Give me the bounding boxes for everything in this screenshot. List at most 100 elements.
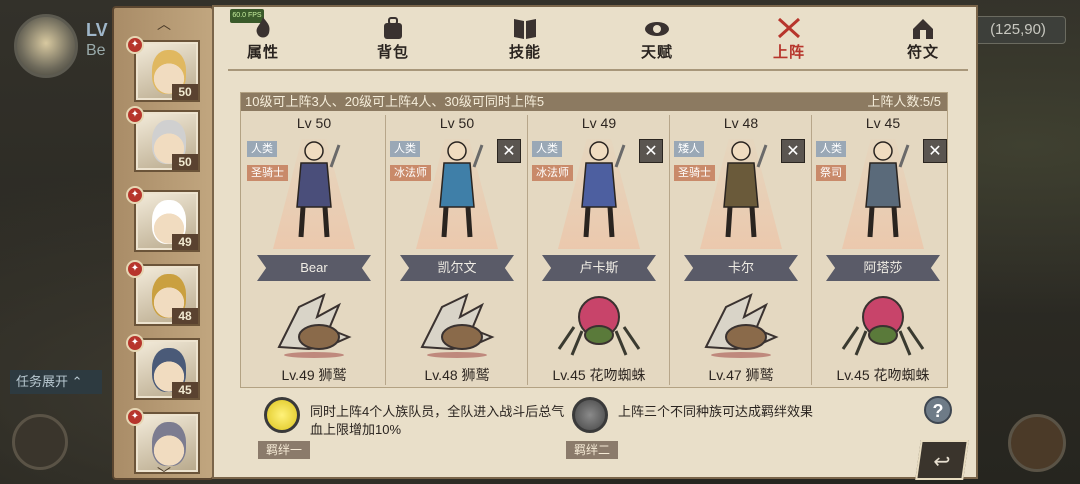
map-coordinates: (125,90) xyxy=(970,16,1066,44)
hero-portrait-card[interactable]: ✦ 50 xyxy=(126,106,200,172)
hero-level-badge: 45 xyxy=(172,382,198,398)
griffin-pet-icon xyxy=(420,293,495,358)
close-icon: ✕ xyxy=(928,143,942,160)
hero-name-banner: 卢卡斯 xyxy=(542,255,656,281)
team-slot[interactable]: Lv 49 人类冰法师 ✕ 卢卡斯 Lv.45 花吻蜘蛛 xyxy=(527,115,669,385)
task-expand-label: 任务展开 xyxy=(16,374,69,389)
house-rune-icon xyxy=(913,19,933,39)
bag-icon xyxy=(384,17,402,39)
team-count: 上阵人数:5/5 xyxy=(867,94,941,109)
tab-house-rune[interactable]: 符文 xyxy=(888,15,958,63)
bond-name: 羁绊二 xyxy=(566,441,618,459)
hero-portrait-card[interactable]: ✦ 49 xyxy=(126,186,200,252)
hero-race-tag: 人类 xyxy=(247,141,277,157)
hero-class-tag: 圣骑士 xyxy=(247,165,288,181)
hero-level-text: Lv 49 xyxy=(581,115,617,131)
team-formation: 10级可上阵3人、20级可上阵4人、30级可同时上阵5 上阵人数:5/5 Lv … xyxy=(240,92,948,388)
hero-element-badge-icon: ✦ xyxy=(126,408,144,426)
hero-element-badge-icon: ✦ xyxy=(126,106,144,124)
tab-divider xyxy=(228,69,968,71)
hero-element-badge-icon: ✦ xyxy=(126,260,144,278)
hero-team-panel: 60.0 FPS 属性 背包 技能 天赋 上阵 符文 10级可上阵3人、20级可上阵4人、… xyxy=(212,5,978,479)
hero-element-badge-icon: ✦ xyxy=(126,36,144,54)
tab-label: 技能 xyxy=(508,44,541,61)
remove-hero-button[interactable]: ✕ xyxy=(639,139,663,163)
team-rule-text: 10级可上阵3人、20级可上阵4人、30级可同时上阵5 xyxy=(245,94,545,109)
spider-pet-icon xyxy=(841,296,925,356)
bottom-right-house-button[interactable] xyxy=(1008,414,1066,472)
crossed-swords-icon xyxy=(777,17,801,39)
hero-face-art xyxy=(152,422,186,466)
player-name-partial: Be xyxy=(86,42,106,59)
chevron-up-icon: ⌃ xyxy=(71,374,83,389)
hero-name-banner: 卡尔 xyxy=(684,255,798,281)
spider-pet-icon xyxy=(557,296,641,356)
bond-medal-icon xyxy=(264,397,300,433)
help-button[interactable]: ? xyxy=(924,396,952,424)
hero-name-banner: 阿塔莎 xyxy=(826,255,940,281)
task-expand-button[interactable]: 任务展开 ⌃ xyxy=(10,370,102,394)
team-header: 10级可上阵3人、20级可上阵4人、30级可同时上阵5 上阵人数:5/5 xyxy=(241,93,947,111)
hero-race-tag: 矮人 xyxy=(674,141,704,157)
close-icon: ✕ xyxy=(502,143,516,160)
book-icon xyxy=(514,19,536,39)
bond-description: 同时上阵4个人族队员，全队进入战斗后总气血上限增加10% xyxy=(310,404,565,437)
hero-portrait xyxy=(138,416,196,470)
scroll-up-arrow-icon[interactable]: ︿ xyxy=(150,14,178,32)
hero-level-text: Lv 50 xyxy=(439,115,475,131)
tab-crossed-swords[interactable]: 上阵 xyxy=(754,15,824,63)
hero-figure-icon xyxy=(723,141,768,238)
pet-level-name: Lv.45 花吻蜘蛛 xyxy=(552,367,646,383)
hero-race-tag: 人类 xyxy=(532,141,562,157)
team-slot[interactable]: Lv 45 人类 祭司 ✕ 阿塔莎 Lv.45 花吻蜘蛛 xyxy=(811,115,953,385)
hero-level-badge: 49 xyxy=(172,234,198,250)
tab-label: 属性 xyxy=(246,44,279,61)
remove-hero-button[interactable]: ✕ xyxy=(497,139,521,163)
hero-race-tag: 人类 xyxy=(390,141,420,157)
close-icon: ✕ xyxy=(786,143,800,160)
hero-figure-icon xyxy=(296,141,341,238)
team-slot[interactable]: Lv 48 矮人 圣骑士 ✕ 卡尔 Lv.47 狮鹫 xyxy=(669,115,811,385)
pet-level-name: Lv.49 狮鹫 xyxy=(281,367,347,383)
griffin-pet-icon xyxy=(277,293,352,358)
tab-bag[interactable]: 背包 xyxy=(358,15,428,63)
tab-label: 背包 xyxy=(376,44,409,61)
tab-book[interactable]: 技能 xyxy=(490,15,560,63)
hero-class-tag: 圣骑士 xyxy=(674,165,715,181)
hero-class-tag: 祭司 xyxy=(816,165,846,181)
hero-name-banner: 凯尔文 xyxy=(400,255,514,281)
hero-figure-icon xyxy=(439,141,484,238)
eye-icon xyxy=(645,22,669,36)
tab-label: 符文 xyxy=(906,44,939,61)
remove-hero-button[interactable]: ✕ xyxy=(923,139,947,163)
hero-level-badge: 50 xyxy=(172,84,198,100)
hero-figure-icon xyxy=(581,141,626,238)
remove-hero-button[interactable]: ✕ xyxy=(781,139,805,163)
hero-figure-icon xyxy=(865,141,910,238)
hero-portrait-card[interactable]: ✦ 45 xyxy=(126,334,200,400)
close-icon: ✕ xyxy=(644,143,658,160)
player-level-label: LV xyxy=(86,20,108,40)
player-avatar[interactable] xyxy=(14,14,78,78)
griffin-pet-icon xyxy=(704,293,779,358)
hero-portrait-card[interactable]: ✦ 48 xyxy=(126,260,200,326)
hero-level-badge: 48 xyxy=(172,308,198,324)
hero-name-banner: Bear xyxy=(257,255,371,281)
scroll-down-arrow-icon[interactable]: ﹀ xyxy=(150,464,178,482)
bottom-left-round-button[interactable] xyxy=(12,414,68,470)
tab-bar: 60.0 FPS 属性 背包 技能 天赋 上阵 符文 xyxy=(214,7,976,65)
pet-level-name: Lv.45 花吻蜘蛛 xyxy=(836,367,930,383)
hero-race-tag: 人类 xyxy=(816,141,846,157)
tab-fire[interactable]: 属性 xyxy=(228,15,298,63)
team-slot[interactable]: Lv 50 人类 冰法师 ✕ 凯尔文 Lv.48 狮鹫 xyxy=(385,115,527,385)
return-arrow-icon: ↩ xyxy=(931,451,952,473)
tab-label: 天赋 xyxy=(640,44,673,61)
bond-name: 羁绊一 xyxy=(258,441,310,459)
hero-element-badge-icon: ✦ xyxy=(126,334,144,352)
hero-class-tag: 冰法师 xyxy=(532,165,573,181)
team-slot[interactable]: Lv 50 人类 圣骑士 Bear Lv.49 狮鹫 xyxy=(243,115,385,385)
hero-class-tag: 冰法师 xyxy=(390,165,431,181)
tab-eye[interactable]: 天赋 xyxy=(622,15,692,63)
back-button[interactable]: ↩ xyxy=(915,440,969,480)
hero-portrait-card[interactable]: ✦ 50 xyxy=(126,36,200,102)
